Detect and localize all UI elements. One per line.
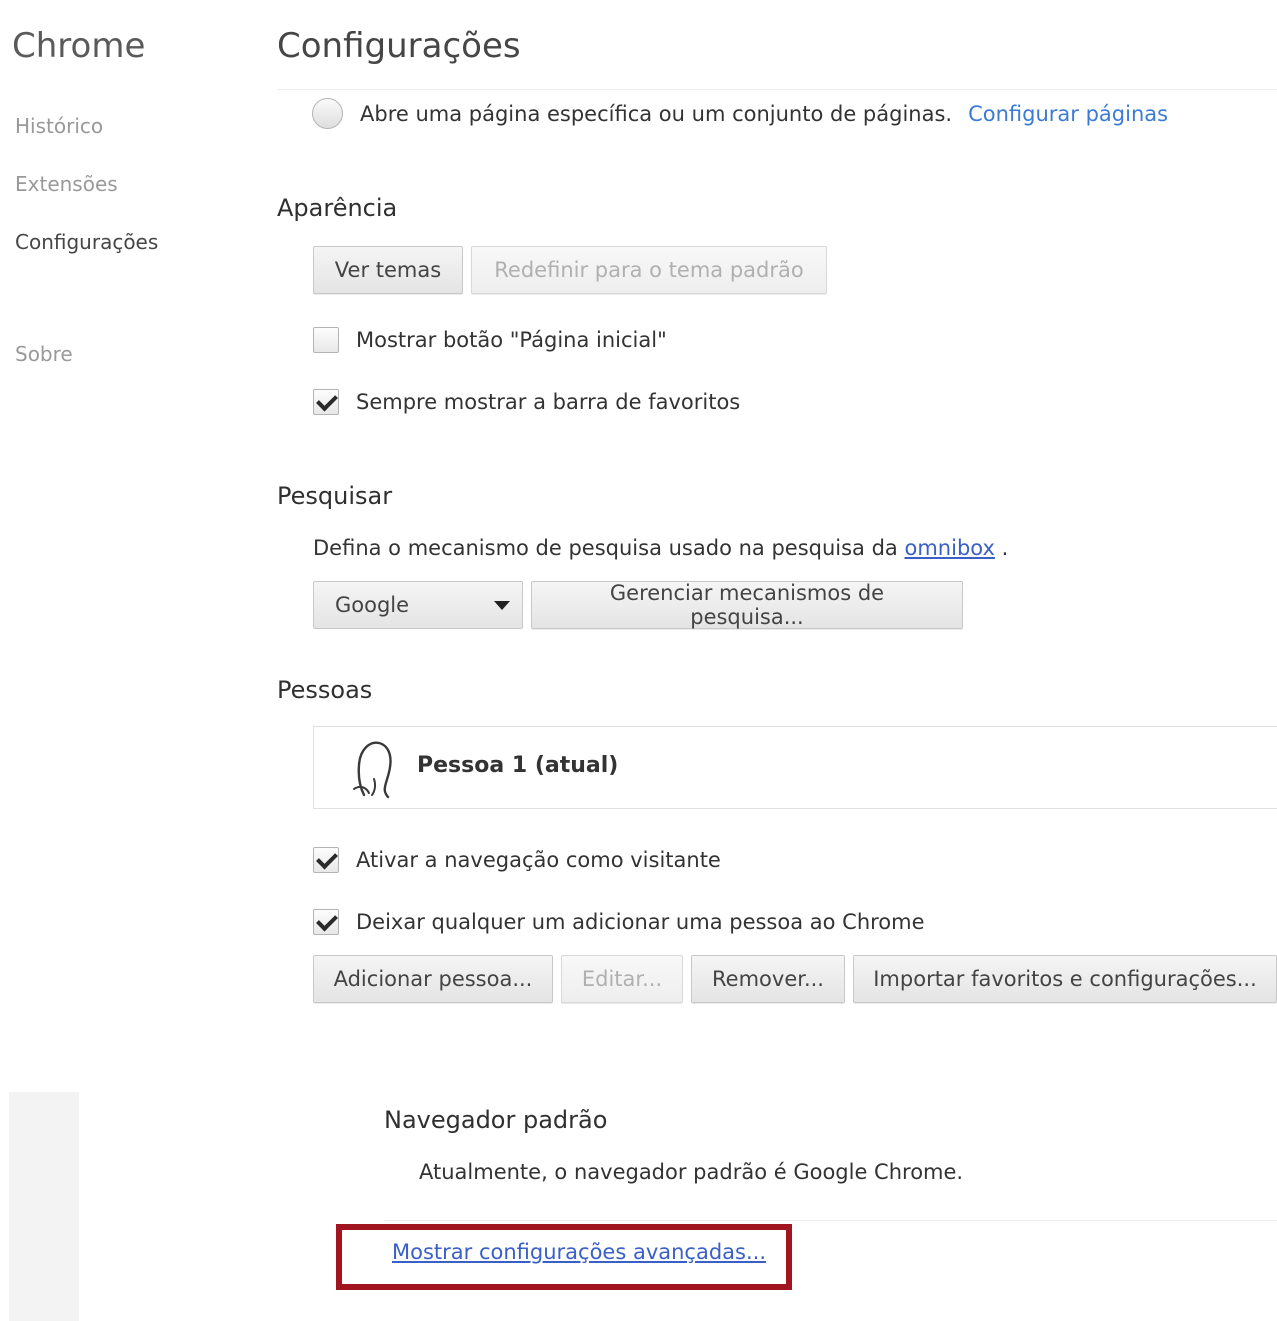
people-list: Pessoa 1 (atual) — [313, 726, 1277, 809]
sidebar-item-historico[interactable]: Histórico — [15, 114, 103, 138]
sidebar-brand: Chrome — [12, 26, 146, 66]
add-person-button[interactable]: Adicionar pessoa... — [313, 955, 553, 1003]
section-title-appearance: Aparência — [277, 194, 398, 222]
view-themes-button[interactable]: Ver temas — [313, 246, 463, 294]
startup-option-row: Abre uma página específica ou um conjunt… — [312, 98, 1168, 129]
show-advanced-settings-link[interactable]: Mostrar configurações avançadas... — [392, 1240, 766, 1264]
section-title-search: Pesquisar — [277, 482, 393, 510]
home-button-checkbox[interactable] — [313, 327, 339, 353]
search-description: Defina o mecanismo de pesquisa usado na … — [313, 536, 1008, 560]
remove-person-button[interactable]: Remover... — [691, 955, 845, 1003]
search-description-suffix: . — [1001, 536, 1009, 560]
page-title: Configurações — [277, 26, 521, 66]
manage-search-engines-button[interactable]: Gerenciar mecanismos de pesquisa... — [531, 581, 963, 629]
section-title-default-browser: Navegador padrão — [384, 1106, 608, 1134]
section-title-people: Pessoas — [277, 676, 373, 704]
sidebar-item-extensoes[interactable]: Extensões — [15, 172, 118, 196]
bookmarks-bar-checkbox[interactable] — [313, 389, 339, 415]
default-browser-status: Atualmente, o navegador padrão é Google … — [419, 1160, 964, 1184]
add-person-label: Deixar qualquer um adicionar uma pessoa … — [356, 910, 925, 934]
add-person-checkbox[interactable] — [313, 909, 339, 935]
header-divider — [277, 89, 1277, 90]
person-silhouette-icon — [353, 741, 392, 799]
current-person-name[interactable]: Pessoa 1 (atual) — [417, 753, 618, 778]
startup-radio-label: Abre uma página específica ou um conjunt… — [360, 101, 953, 126]
home-button-option: Mostrar botão "Página inicial" — [313, 327, 667, 353]
search-description-text: Defina o mecanismo de pesquisa usado na … — [313, 536, 898, 560]
configure-pages-link[interactable]: Configurar páginas — [968, 102, 1168, 126]
search-engine-select[interactable]: Google — [313, 581, 523, 629]
guest-browsing-checkbox[interactable] — [313, 847, 339, 873]
reset-theme-button[interactable]: Redefinir para o tema padrão — [471, 246, 827, 294]
guest-browsing-label: Ativar a navegação como visitante — [356, 848, 721, 872]
sidebar-item-sobre[interactable]: Sobre — [15, 342, 73, 366]
bookmarks-bar-option: Sempre mostrar a barra de favoritos — [313, 389, 740, 415]
sidebar-strip — [9, 1092, 79, 1321]
startup-radio[interactable] — [312, 98, 343, 129]
sidebar-item-configuracoes[interactable]: Configurações — [15, 230, 158, 254]
search-engine-selected: Google — [335, 593, 410, 617]
import-bookmarks-button[interactable]: Importar favoritos e configurações... — [853, 955, 1277, 1003]
omnibox-link[interactable]: omnibox — [905, 536, 995, 560]
edit-person-button[interactable]: Editar... — [561, 955, 683, 1003]
home-button-label: Mostrar botão "Página inicial" — [356, 328, 667, 352]
footer-divider — [384, 1220, 1277, 1221]
caret-down-icon — [494, 601, 510, 610]
guest-browsing-option: Ativar a navegação como visitante — [313, 847, 721, 873]
add-person-option: Deixar qualquer um adicionar uma pessoa … — [313, 909, 925, 935]
bookmarks-bar-label: Sempre mostrar a barra de favoritos — [356, 390, 741, 414]
